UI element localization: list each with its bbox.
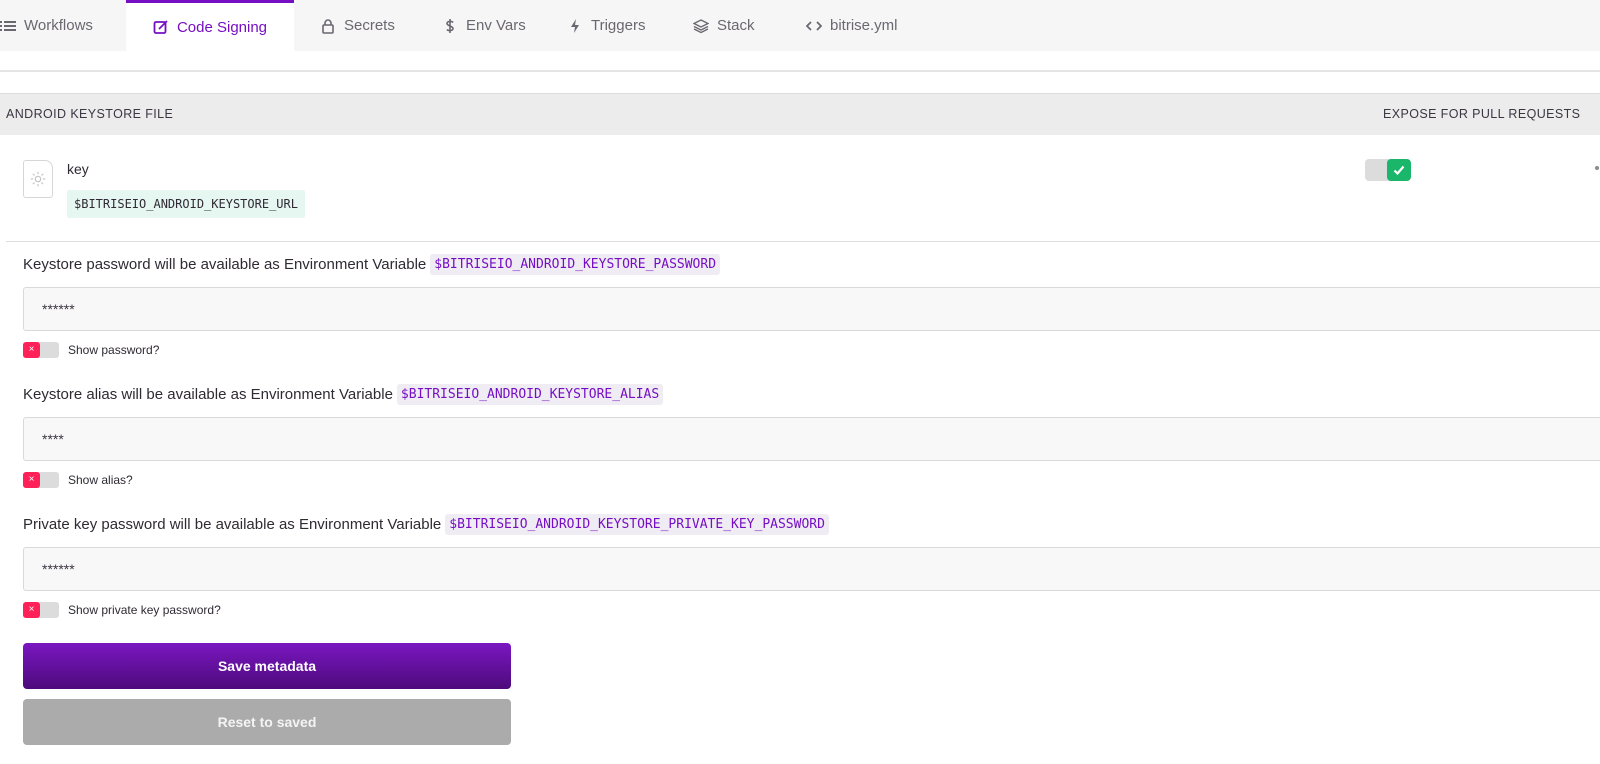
tab-secrets[interactable]: Secrets — [320, 0, 395, 51]
show-private-key-toggle[interactable]: × — [23, 602, 59, 618]
file-gear-icon — [23, 160, 53, 198]
keystore-alias-input[interactable]: **** — [23, 417, 1600, 461]
close-icon: × — [23, 472, 40, 488]
tab-code-signing[interactable]: Code Signing — [126, 0, 294, 51]
close-icon: × — [23, 602, 40, 618]
show-alias-toggle-row[interactable]: × Show alias? — [23, 472, 133, 488]
lock-icon — [320, 18, 336, 34]
layers-icon — [693, 18, 709, 34]
tab-bitrise-yml[interactable]: bitrise.yml — [806, 0, 898, 51]
tab-label: Workflows — [24, 17, 93, 34]
dollar-icon — [442, 18, 458, 34]
tab-label: Secrets — [344, 17, 395, 34]
private-key-password-input[interactable]: ****** — [23, 547, 1600, 591]
bolt-icon — [567, 18, 583, 34]
keystore-table-header: ANDROID KEYSTORE FILE EXPOSE FOR PULL RE… — [0, 93, 1600, 135]
tab-env-vars[interactable]: Env Vars — [442, 0, 526, 51]
show-alias-toggle[interactable]: × — [23, 472, 59, 488]
expose-header-title: EXPOSE FOR PULL REQUESTS — [1383, 107, 1581, 121]
save-metadata-button[interactable]: Save metadata — [23, 643, 511, 689]
expose-for-pull-requests-toggle[interactable] — [1365, 159, 1411, 181]
env-var-chip: $BITRISEIO_ANDROID_KEYSTORE_PASSWORD — [430, 254, 721, 275]
env-var-chip: $BITRISEIO_ANDROID_KEYSTORE_PRIVATE_KEY_… — [445, 514, 829, 535]
show-password-toggle[interactable]: × — [23, 342, 59, 358]
toggle-knob — [1387, 159, 1411, 181]
field-label-text: Private key password will be available a… — [23, 516, 442, 533]
tab-label: Env Vars — [466, 17, 526, 34]
tab-label: Triggers — [591, 17, 646, 34]
checkmark-icon — [1393, 165, 1405, 176]
tab-bar: Workflows Code Signing Secrets Env Vars … — [0, 0, 1600, 51]
keystore-password-label: Keystore password will be available as E… — [23, 254, 721, 275]
keystore-url-variable: $BITRISEIO_ANDROID_KEYSTORE_URL — [67, 190, 305, 218]
keystore-file-name: key — [67, 161, 89, 177]
show-password-label: Show password? — [68, 343, 160, 357]
code-icon — [806, 18, 822, 34]
keystore-password-input[interactable]: ****** — [23, 287, 1600, 331]
more-options-icon[interactable] — [1595, 166, 1599, 170]
keystore-alias-label: Keystore alias will be available as Envi… — [23, 384, 664, 405]
field-label-text: Keystore alias will be available as Envi… — [23, 386, 393, 403]
edit-icon — [153, 19, 169, 35]
field-label-text: Keystore password will be available as E… — [23, 256, 427, 273]
show-alias-label: Show alias? — [68, 473, 133, 487]
show-private-key-toggle-row[interactable]: × Show private key password? — [23, 602, 221, 618]
divider — [0, 70, 1600, 72]
tab-label: bitrise.yml — [830, 17, 898, 34]
list-icon — [0, 18, 16, 34]
show-password-toggle-row[interactable]: × Show password? — [23, 342, 159, 358]
tab-triggers[interactable]: Triggers — [567, 0, 645, 51]
tab-label: Code Signing — [176, 18, 268, 36]
tab-stack[interactable]: Stack — [693, 0, 755, 51]
reset-to-saved-button[interactable]: Reset to saved — [23, 699, 511, 745]
env-var-chip: $BITRISEIO_ANDROID_KEYSTORE_ALIAS — [396, 384, 664, 405]
show-private-key-label: Show private key password? — [68, 603, 221, 617]
divider — [6, 241, 1600, 242]
close-icon: × — [23, 342, 40, 358]
keystore-header-title: ANDROID KEYSTORE FILE — [6, 107, 174, 121]
tab-label: Stack — [717, 17, 755, 34]
private-key-password-label: Private key password will be available a… — [23, 514, 829, 535]
tab-workflows[interactable]: Workflows — [0, 0, 124, 51]
